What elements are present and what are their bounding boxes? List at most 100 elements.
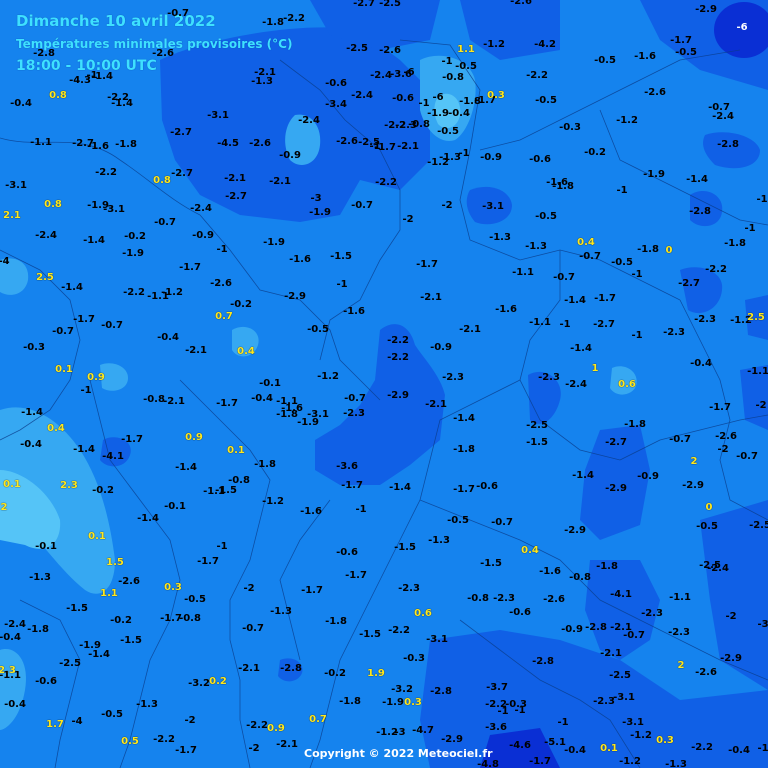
station-temperature: -2.9 [682, 480, 704, 491]
station-temperature: -1.8 [453, 444, 475, 455]
station-temperature: -3.6 [485, 722, 507, 733]
station-temperature: -2.5 [609, 670, 631, 681]
station-temperature: -0.9 [480, 152, 502, 163]
station-temperature: -2.8 [717, 139, 739, 150]
station-temperature: -2.9 [441, 734, 463, 745]
station-temperature: -2.6 [152, 48, 174, 59]
station-temperature: -2.3 [398, 583, 420, 594]
station-temperature: -3 [394, 727, 406, 738]
station-temperature: -4.6 [509, 740, 531, 751]
station-temperature: -1.4 [175, 462, 197, 473]
station-temperature: -2.5 [526, 420, 548, 431]
station-temperature: -1.1 [529, 317, 551, 328]
station-temperature: -2.6 [510, 0, 532, 7]
station-temperature: -1.7 [416, 259, 438, 270]
station-temperature: -4.8 [477, 759, 499, 768]
station-temperature: -1.1 [747, 366, 768, 377]
station-temperature: -0.7 [736, 451, 758, 462]
station-temperature: -0.3 [559, 122, 581, 133]
station-temperature: -2.1 [238, 663, 260, 674]
station-temperature: -1.3 [665, 759, 687, 768]
station-temperature: -2.1 [224, 173, 246, 184]
station-temperature: -2.4 [565, 379, 587, 390]
station-temperature: -0.4 [20, 439, 42, 450]
station-temperature: -0.7 [579, 251, 601, 262]
station-temperature: -3.2 [188, 678, 210, 689]
station-temperature: 0.7 [309, 714, 327, 725]
station-temperature: -2.5 [379, 0, 401, 9]
station-temperature: -1.4 [21, 407, 43, 418]
station-temperature: -0.6 [35, 676, 57, 687]
station-temperature: 2 [0, 502, 8, 513]
station-temperature: -1.7 [73, 314, 95, 325]
station-temperature: -1.9 [122, 248, 144, 259]
station-temperature: -0.5 [594, 55, 616, 66]
station-temperature: -0.7 [101, 320, 123, 331]
station-temperature: -1.2 [619, 756, 641, 767]
station-temperature: -0.5 [535, 211, 557, 222]
station-temperature: -1.7 [197, 556, 219, 567]
station-temperature: 0.1 [227, 445, 245, 456]
station-temperature: -1.2 [616, 115, 638, 126]
station-temperature: 0.1 [600, 743, 618, 754]
station-temperature: 0.1 [3, 479, 21, 490]
station-temperature: -1 [355, 504, 367, 515]
station-temperature: -1 [557, 717, 569, 728]
station-temperature: -2.1 [459, 324, 481, 335]
station-temperature: -0.7 [344, 393, 366, 404]
station-temperature: -1.4 [453, 413, 475, 424]
station-temperature: -1.1 [512, 267, 534, 278]
station-temperature: -3.6 [336, 461, 358, 472]
station-temperature: -2.2 [387, 352, 409, 363]
station-temperature: -1.8 [339, 696, 361, 707]
station-temperature: -1 [514, 705, 526, 716]
station-temperature: -1.6 [539, 566, 561, 577]
station-temperature: -3.1 [426, 634, 448, 645]
station-temperature: -2.7 [171, 168, 193, 179]
station-temperature: 0.3 [656, 735, 674, 746]
station-temperature: -3.1 [103, 204, 125, 215]
station-temperature: -2 [717, 444, 729, 455]
station-temperature: -1.5 [66, 603, 88, 614]
station-temperature: -1.7 [374, 142, 396, 153]
station-temperature: -2.2 [526, 70, 548, 81]
station-temperature: -1.6 [300, 506, 322, 517]
station-temperature: -0.8 [408, 119, 430, 130]
station-temperature: -2.8 [430, 686, 452, 697]
station-temperature: -1.2 [483, 39, 505, 50]
station-temperature: -2.4 [370, 70, 392, 81]
station-temperature: -0.2 [124, 231, 146, 242]
station-temperature: -2.9 [720, 653, 742, 664]
station-temperature: -0.7 [491, 517, 513, 528]
station-temperature: -0.5 [455, 61, 477, 72]
station-temperature: -1.8 [262, 17, 284, 28]
station-temperature: -2.7 [225, 191, 247, 202]
station-temperature: 0.1 [88, 531, 106, 542]
station-temperature: -1.5 [394, 542, 416, 553]
station-temperature: -2.6 [249, 138, 271, 149]
station-temperature: -2.6 [379, 45, 401, 56]
station-temperature: -1.8 [596, 561, 618, 572]
station-temperature: -1 [559, 319, 571, 330]
station-temperature: -2.4 [4, 619, 26, 630]
station-temperature: 0.7 [215, 311, 233, 322]
station-temperature: -1.5 [480, 558, 502, 569]
station-temperature: -0.8 [143, 394, 165, 405]
station-temperature: -2.1 [425, 399, 447, 410]
station-temperature: -1.4 [570, 343, 592, 354]
station-temperature: 0.8 [44, 199, 62, 210]
station-temperature: 0.6 [414, 608, 432, 619]
station-temperature: -0.2 [324, 668, 346, 679]
station-temperature: -1 [744, 223, 756, 234]
station-temperature: -3 [310, 193, 322, 204]
station-temperature: -2.3 [442, 372, 464, 383]
station-temperature: -1 [497, 706, 509, 717]
station-temperature: -2 [243, 583, 255, 594]
station-temperature: 2.1 [3, 210, 21, 221]
station-temperature: -0.2 [92, 485, 114, 496]
station-temperature: -1.4 [83, 235, 105, 246]
station-temperature: -0.5 [447, 515, 469, 526]
station-temperature: -0.3 [403, 653, 425, 664]
station-temperature: -0.3 [23, 342, 45, 353]
station-temperature: -1.7 [453, 484, 475, 495]
